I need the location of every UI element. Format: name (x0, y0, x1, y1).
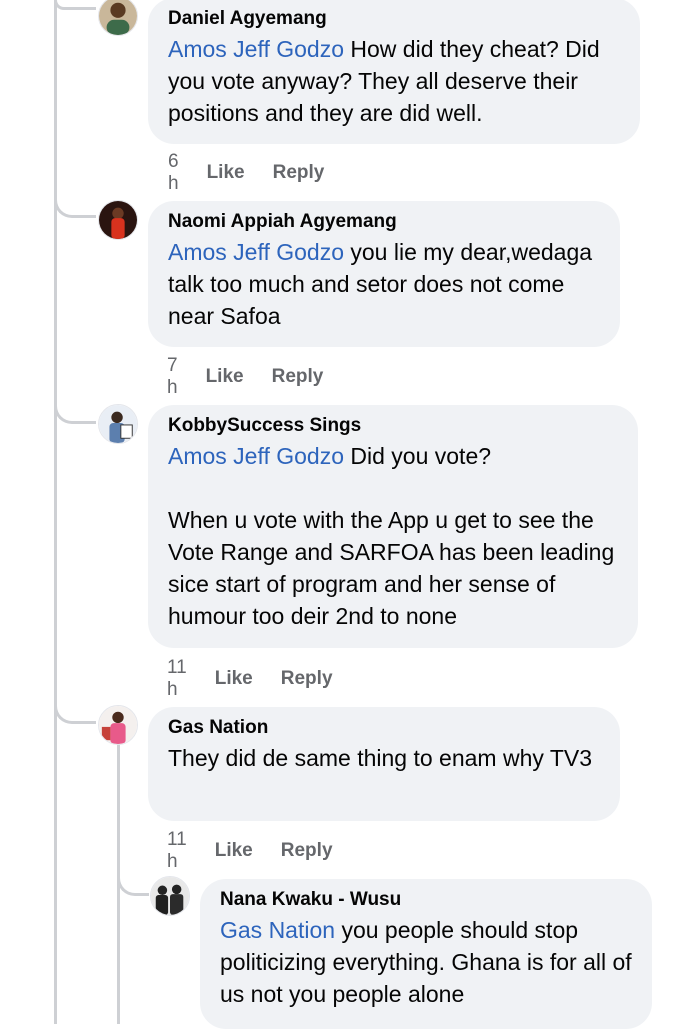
comment-bubble: Naomi Appiah Agyemang Amos Jeff Godzo yo… (148, 201, 620, 347)
comment-text: Amos Jeff Godzo Did you vote? When u vot… (168, 443, 615, 629)
avatar-daniel-icon (99, 0, 137, 35)
mention-link[interactable]: Amos Jeff Godzo (168, 239, 344, 265)
avatar-kobby-icon (99, 405, 137, 443)
comment-text: Gas Nation you people should stop politi… (220, 917, 639, 1007)
like-button[interactable]: Like (215, 668, 253, 690)
avatar[interactable] (98, 0, 138, 36)
thread-connector (117, 866, 149, 896)
comment-actions: 7 h Like Reply (167, 355, 323, 399)
thread-line-main (54, 0, 57, 1024)
like-button[interactable]: Like (215, 840, 253, 862)
reply-button[interactable]: Reply (281, 840, 333, 862)
comment-author[interactable]: Nana Kwaku - Wusu (220, 889, 632, 911)
mention-link[interactable]: Gas Nation (220, 917, 335, 943)
comment-author[interactable]: KobbySuccess Sings (168, 415, 618, 437)
comment-author[interactable]: Naomi Appiah Agyemang (168, 211, 600, 233)
comment-text: Amos Jeff Godzo How did they cheat? Did … (168, 36, 607, 126)
thread-connector (54, 0, 96, 10)
avatar[interactable] (98, 705, 138, 745)
avatar-gas-nation-icon (99, 706, 137, 744)
like-button[interactable]: Like (207, 162, 245, 184)
reply-button[interactable]: Reply (281, 668, 333, 690)
avatar[interactable] (150, 876, 190, 916)
comment-bubble: Nana Kwaku - Wusu Gas Nation you people … (200, 879, 652, 1029)
comment-author[interactable]: Gas Nation (168, 717, 600, 739)
avatar-nana-icon (151, 877, 189, 915)
comment-bubble: Gas Nation They did de same thing to ena… (148, 707, 620, 821)
avatar[interactable] (98, 404, 138, 444)
comment-bubble: Daniel Agyemang Amos Jeff Godzo How did … (148, 0, 640, 144)
thread-connector (54, 190, 96, 218)
comment-time[interactable]: 11 h (167, 829, 187, 873)
comment-time[interactable]: 7 h (167, 355, 178, 399)
avatar-naomi-icon (99, 201, 137, 239)
avatar[interactable] (98, 200, 138, 240)
comment-text: They did de same thing to enam why TV3 (168, 745, 593, 771)
like-button[interactable]: Like (206, 366, 244, 388)
comment-actions: 11 h Like Reply (167, 829, 333, 873)
reply-button[interactable]: Reply (273, 162, 325, 184)
comment-time[interactable]: 6 h (168, 151, 179, 195)
mention-link[interactable]: Amos Jeff Godzo (168, 443, 344, 469)
reply-button[interactable]: Reply (272, 366, 324, 388)
comment-author[interactable]: Daniel Agyemang (168, 8, 620, 30)
comment-actions: 11 h Like Reply (167, 657, 333, 701)
comment-text: Amos Jeff Godzo you lie my dear,wedaga t… (168, 239, 599, 329)
comment-time[interactable]: 11 h (167, 657, 187, 701)
thread-connector (54, 396, 96, 424)
mention-link[interactable]: Amos Jeff Godzo (168, 36, 344, 62)
comment-bubble: KobbySuccess Sings Amos Jeff Godzo Did y… (148, 405, 638, 648)
thread-connector (54, 696, 96, 724)
comment-actions: 6 h Like Reply (168, 151, 324, 195)
